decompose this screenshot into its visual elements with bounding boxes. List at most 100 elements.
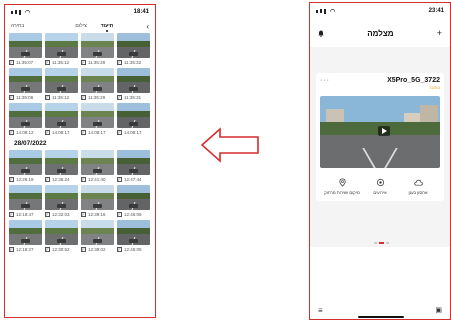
clip-time: 14:08:17 bbox=[88, 129, 106, 135]
video-thumbnail[interactable]: F 12:18:47 bbox=[9, 185, 42, 217]
thumbnail-image[interactable] bbox=[9, 220, 42, 245]
tab-video[interactable]: צילום bbox=[75, 23, 86, 29]
camera-front-icon: F bbox=[117, 59, 122, 65]
clip-time: 12:47:44 bbox=[124, 176, 142, 182]
home-indicator bbox=[358, 316, 404, 318]
thumbnail-row: F 11:35:07 F 11:35:12 F 11:35:28 F 11:35:32 bbox=[9, 33, 151, 65]
action-label: אירועים bbox=[373, 190, 387, 195]
tab-select[interactable]: בחירה bbox=[11, 23, 24, 29]
camera-front-icon: F bbox=[45, 94, 50, 100]
camera-front-icon: F bbox=[45, 176, 50, 182]
status-time: 18:41 bbox=[133, 9, 149, 15]
thumbnail-image[interactable] bbox=[117, 150, 150, 175]
events-button[interactable]: אירועים bbox=[362, 178, 398, 195]
video-thumbnail[interactable]: F 12:45:05 bbox=[117, 220, 150, 252]
video-thumbnail[interactable]: F 12:35:24 bbox=[45, 150, 78, 182]
back-chevron-icon[interactable]: ‹ bbox=[146, 22, 149, 31]
action-label: אחסון בענן bbox=[408, 190, 428, 195]
clip-time: 12:32:03 bbox=[52, 211, 70, 217]
video-thumbnail[interactable]: F 12:26:19 bbox=[9, 150, 42, 182]
device-card[interactable]: ··· X5Pro_5G_3722 מחובר מיקום ושירות מרח… bbox=[316, 73, 444, 201]
thumbnail-image[interactable] bbox=[81, 150, 114, 175]
clip-time: 12:26:19 bbox=[16, 176, 34, 182]
video-thumbnail[interactable]: F 11:35:31 bbox=[117, 68, 150, 100]
video-thumbnail[interactable]: F 14:08:12 bbox=[9, 103, 42, 135]
signal-wifi-icons: ◠ bbox=[11, 9, 30, 16]
thumbnail-image[interactable] bbox=[117, 185, 150, 210]
thumbnail-image[interactable] bbox=[9, 103, 42, 128]
target-icon bbox=[376, 178, 384, 187]
video-thumbnail[interactable]: F 12:30:52 bbox=[45, 220, 78, 252]
thumbnail-image[interactable] bbox=[9, 33, 42, 58]
clip-time: 12:18:47 bbox=[16, 211, 34, 217]
video-thumbnail[interactable]: F 14:08:17 bbox=[81, 103, 114, 135]
clip-time: 11:35:07 bbox=[16, 59, 34, 65]
bottom-bar: ≡ ▣ bbox=[310, 305, 450, 315]
clip-time: 12:35:24 bbox=[52, 176, 70, 182]
thumbnail-image[interactable] bbox=[81, 68, 114, 93]
camera-front-icon: F bbox=[81, 246, 86, 252]
thumbnail-image[interactable] bbox=[117, 103, 150, 128]
thumbnail-image[interactable] bbox=[45, 68, 78, 93]
gallery-icon[interactable]: ▣ bbox=[435, 306, 442, 314]
video-thumbnail[interactable]: F 12:18:27 bbox=[9, 220, 42, 252]
camera-front-icon: F bbox=[81, 176, 86, 182]
thumbnail-image[interactable] bbox=[117, 220, 150, 245]
cloud-storage-button[interactable]: אחסון בענן bbox=[400, 178, 436, 195]
video-thumbnail[interactable]: F 12:41:40 bbox=[81, 150, 114, 182]
thumbnail-image[interactable] bbox=[81, 103, 114, 128]
video-thumbnail[interactable]: F 11:35:12 bbox=[45, 68, 78, 100]
camera-front-icon: F bbox=[81, 59, 86, 65]
clip-time: 11:35:12 bbox=[52, 59, 70, 65]
video-thumbnail[interactable]: F 11:35:12 bbox=[45, 33, 78, 65]
video-thumbnail[interactable]: F 12:46:09 bbox=[117, 185, 150, 217]
video-thumbnail[interactable]: F 12:32:03 bbox=[45, 185, 78, 217]
clip-time: 12:39:16 bbox=[88, 211, 106, 217]
video-thumbnail[interactable]: F 14:08:17 bbox=[117, 103, 150, 135]
tab-record[interactable]: תיעוד bbox=[101, 23, 113, 32]
play-icon[interactable] bbox=[378, 126, 390, 136]
video-thumbnail[interactable]: F 11:35:08 bbox=[9, 68, 42, 100]
video-thumbnail[interactable]: F 14:08:17 bbox=[45, 103, 78, 135]
menu-icon[interactable]: ≡ bbox=[318, 306, 323, 315]
camera-front-icon: F bbox=[117, 211, 122, 217]
thumbnail-image[interactable] bbox=[81, 185, 114, 210]
video-thumbnail[interactable]: F 11:35:29 bbox=[81, 68, 114, 100]
status-bar: ◠ 23:41 bbox=[310, 3, 450, 19]
video-thumbnail[interactable]: F 12:39:16 bbox=[81, 185, 114, 217]
camera-front-icon: F bbox=[117, 176, 122, 182]
bell-icon[interactable] bbox=[318, 30, 324, 37]
thumbnail-image[interactable] bbox=[45, 220, 78, 245]
add-device-button[interactable]: + bbox=[437, 28, 442, 38]
camera-preview-image[interactable] bbox=[320, 96, 440, 168]
thumbnail-row: F 12:18:47 F 12:32:03 F 12:39:16 F 12:46:09 bbox=[9, 185, 151, 217]
action-label: מיקום ושירות מרחוק bbox=[324, 190, 360, 195]
cloud-icon bbox=[413, 179, 423, 186]
thumbnail-image[interactable] bbox=[9, 150, 42, 175]
device-actions: מיקום ושירות מרחוק אירועים אחסון בענן bbox=[320, 178, 440, 195]
video-thumbnail[interactable]: F 11:35:32 bbox=[117, 33, 150, 65]
video-thumbnail[interactable]: F 11:35:07 bbox=[9, 33, 42, 65]
clip-time: 11:35:12 bbox=[52, 94, 70, 100]
video-thumbnail[interactable]: F 12:47:44 bbox=[117, 150, 150, 182]
thumbnail-image[interactable] bbox=[45, 185, 78, 210]
video-thumbnail[interactable]: F 12:39:02 bbox=[81, 220, 114, 252]
clip-time: 11:35:32 bbox=[124, 59, 142, 65]
more-options-icon[interactable]: ··· bbox=[320, 77, 330, 84]
thumbnail-image[interactable] bbox=[45, 150, 78, 175]
thumbnail-image[interactable] bbox=[45, 103, 78, 128]
thumbnail-image[interactable] bbox=[45, 33, 78, 58]
thumbnail-image[interactable] bbox=[81, 33, 114, 58]
location-remote-button[interactable]: מיקום ושירות מרחוק bbox=[324, 178, 360, 195]
video-thumbnail[interactable]: F 11:35:28 bbox=[81, 33, 114, 65]
thumbnail-image[interactable] bbox=[9, 185, 42, 210]
thumbnail-image[interactable] bbox=[117, 33, 150, 58]
clip-time: 12:39:02 bbox=[88, 246, 106, 252]
thumbnail-image[interactable] bbox=[81, 220, 114, 245]
device-area: ··· X5Pro_5G_3722 מחובר מיקום ושירות מרח… bbox=[310, 47, 450, 247]
camera-front-icon: F bbox=[9, 176, 14, 182]
thumbnail-image[interactable] bbox=[9, 68, 42, 93]
clip-time: 12:45:05 bbox=[124, 246, 142, 252]
page-indicator bbox=[374, 242, 389, 244]
thumbnail-image[interactable] bbox=[117, 68, 150, 93]
